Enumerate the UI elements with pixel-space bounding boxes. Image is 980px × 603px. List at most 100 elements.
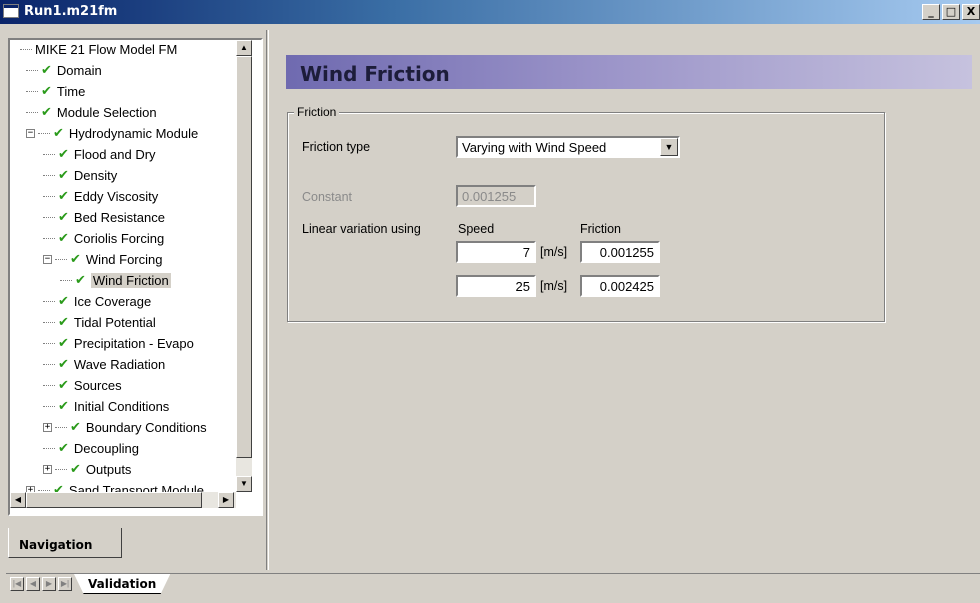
tree-item[interactable]: ✔ Domain [26, 60, 102, 80]
tree-item[interactable]: ✔ Initial Conditions [43, 396, 169, 416]
tree-item[interactable]: ✔ Bed Resistance [43, 207, 165, 227]
title-bar[interactable]: Run1.m21fm _ □ X [0, 0, 980, 24]
tree-connector [43, 447, 55, 449]
tree-item[interactable]: + ✔ Sand Transport Module [26, 480, 204, 492]
horizontal-scrollbar[interactable]: ◀ ▶ [10, 492, 236, 508]
friction-type-value: Varying with Wind Speed [462, 140, 607, 155]
tab-navigation[interactable]: Navigation [8, 528, 122, 558]
tree-item-label: Sources [73, 377, 122, 393]
previous-tab-icon[interactable]: ◀ [26, 577, 40, 591]
tree-item-label: Sand Transport Module [68, 482, 205, 493]
speed-field-2[interactable]: 25 [456, 275, 536, 297]
tree-connector [43, 216, 55, 218]
tree-connector [26, 111, 38, 113]
tree-item-label: Hydrodynamic Module [68, 125, 199, 141]
tree-connector [20, 48, 32, 50]
tree-item[interactable]: + ✔ Boundary Conditions [43, 417, 207, 437]
tree-item[interactable]: MIKE 21 Flow Model FM [20, 40, 177, 59]
collapse-icon[interactable]: − [26, 128, 35, 138]
navigation-tree: MIKE 21 Flow Model FM ✔ Domain ✔ Time ✔ Module… [10, 40, 234, 492]
tree-item[interactable]: − ✔ Wind Forcing [43, 249, 162, 269]
tree-connector [55, 426, 67, 428]
tree-item-label: Initial Conditions [73, 398, 170, 414]
tree-connector [55, 258, 67, 260]
tab-validation[interactable]: Validation [74, 574, 171, 594]
check-icon: ✔ [58, 335, 69, 351]
tree-item-label: Decoupling [73, 440, 139, 456]
tree-connector [26, 69, 38, 71]
scroll-left-icon[interactable]: ◀ [10, 492, 26, 508]
tree-connector [43, 174, 55, 176]
check-icon: ✔ [70, 461, 81, 477]
scroll-thumb[interactable] [236, 56, 252, 458]
check-icon: ✔ [58, 230, 69, 246]
speed-unit-2: [m/s] [540, 279, 568, 293]
linear-variation-label: Linear variation using [302, 222, 421, 236]
tree-item[interactable]: ✔ Eddy Viscosity [43, 186, 158, 206]
tree-connector [60, 279, 72, 281]
check-icon: ✔ [75, 272, 86, 288]
friction-field-1[interactable]: 0.001255 [580, 241, 660, 263]
page-title: Wind Friction [300, 62, 450, 86]
navigation-panel: MIKE 21 Flow Model FM ✔ Domain ✔ Time ✔ Module… [8, 38, 263, 516]
tree-connector [43, 363, 55, 365]
tree-connector [43, 405, 55, 407]
tree-item[interactable]: ✔ Flood and Dry [43, 144, 156, 164]
tree-item-label: Wind Forcing [85, 251, 163, 267]
chevron-down-icon[interactable]: ▼ [660, 138, 678, 156]
maximize-button[interactable]: □ [942, 4, 960, 20]
tree-item[interactable]: ✔ Sources [43, 375, 122, 395]
speed-header: Speed [458, 222, 495, 236]
last-tab-icon[interactable]: ▶| [58, 577, 72, 591]
tree-item-label: Boundary Conditions [85, 419, 207, 435]
vertical-scrollbar[interactable]: ▲ ▼ [236, 40, 252, 492]
tree-item[interactable]: ✔ Density [43, 165, 117, 185]
friction-field-2[interactable]: 0.002425 [580, 275, 660, 297]
close-button[interactable]: X [962, 4, 980, 20]
tree-item-label: Bed Resistance [73, 209, 165, 225]
tree-connector [43, 195, 55, 197]
tree-item[interactable]: ✔ Ice Coverage [43, 291, 151, 311]
scroll-up-icon[interactable]: ▲ [236, 40, 252, 56]
sheet-tab-bar: |◀ ◀ ▶ ▶| Validation [6, 573, 980, 595]
tree-item-label: Coriolis Forcing [73, 230, 165, 246]
tree-item[interactable]: ✔ Tidal Potential [43, 312, 156, 332]
scroll-right-icon[interactable]: ▶ [218, 492, 234, 508]
tree-item-label: Wave Radiation [73, 356, 166, 372]
tree-item[interactable]: ✔ Time [26, 81, 85, 101]
tree-item[interactable]: ✔ Precipitation - Evapo [43, 333, 194, 353]
tree-item-label: MIKE 21 Flow Model FM [35, 41, 178, 57]
tree-item[interactable]: ✔ Wave Radiation [43, 354, 165, 374]
tree-item-label: Time [56, 83, 86, 99]
minimize-button[interactable]: _ [922, 4, 940, 20]
tree-item[interactable]: − ✔ Hydrodynamic Module [26, 123, 198, 143]
tree-item-label: Outputs [85, 461, 132, 477]
first-tab-icon[interactable]: |◀ [10, 577, 24, 591]
friction-type-select[interactable]: Varying with Wind Speed ▼ [456, 136, 680, 158]
horizontal-scroll-thumb[interactable] [26, 492, 202, 508]
speed-field-1[interactable]: 7 [456, 241, 536, 263]
check-icon: ✔ [58, 293, 69, 309]
tree-item[interactable]: + ✔ Outputs [43, 459, 131, 479]
tree-connector [43, 237, 55, 239]
friction-group-label: Friction [294, 105, 340, 119]
window-title: Run1.m21fm [24, 4, 118, 19]
panel-splitter[interactable] [266, 30, 269, 570]
tree-item[interactable]: ✔ Coriolis Forcing [43, 228, 164, 248]
tree-item-label: Domain [56, 62, 102, 78]
check-icon: ✔ [41, 104, 52, 120]
tree-item[interactable]: ✔ Module Selection [26, 102, 157, 122]
tree-item[interactable]: ✔ Wind Friction [60, 270, 171, 290]
friction-type-label: Friction type [302, 140, 371, 154]
tree-item-label: Wind Friction [90, 272, 171, 288]
expand-icon[interactable]: + [43, 464, 52, 474]
check-icon: ✔ [70, 251, 81, 267]
expand-icon[interactable]: + [43, 422, 52, 432]
next-tab-icon[interactable]: ▶ [42, 577, 56, 591]
tree-item[interactable]: ✔ Decoupling [43, 438, 139, 458]
tree-connector [43, 300, 55, 302]
speed-unit-1: [m/s] [540, 245, 568, 259]
tree-connector [43, 153, 55, 155]
scroll-down-icon[interactable]: ▼ [236, 476, 252, 492]
collapse-icon[interactable]: − [43, 254, 52, 264]
